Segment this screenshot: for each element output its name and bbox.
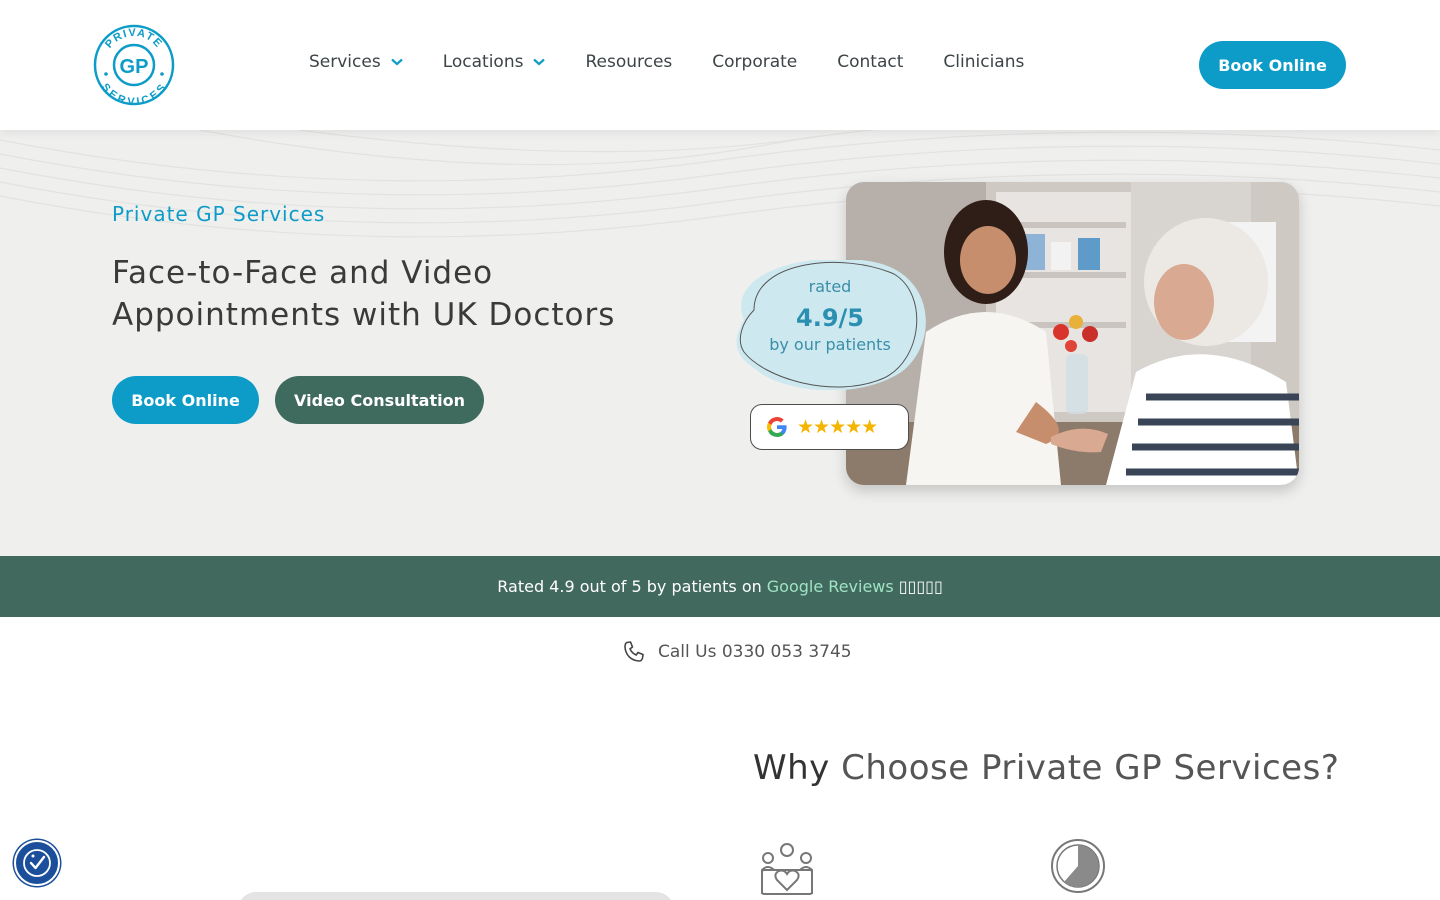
site-header: PRIVATE SERVICES GP Services Locations R… [0, 0, 1440, 130]
hero-section: Private GP Services Face-to-Face and Vid… [0, 130, 1440, 556]
nav-clinicians[interactable]: Clinicians [943, 52, 1024, 72]
nav-corporate-label: Corporate [712, 52, 798, 72]
nav-resources[interactable]: Resources [585, 52, 672, 72]
rating-by-label: by our patients [769, 335, 891, 354]
google-reviews-link[interactable]: Google Reviews [767, 577, 894, 596]
section-image-peek [238, 892, 674, 900]
accessibility-button[interactable] [14, 840, 60, 886]
rating-score: 4.9/5 [796, 304, 864, 332]
why-heading: Why Choose Private GP Services? [753, 748, 1339, 788]
gp-logo[interactable]: PRIVATE SERVICES GP [93, 24, 175, 106]
hero-title: Face-to-Face and Video Appointments with… [112, 255, 616, 333]
nav-contact[interactable]: Contact [837, 52, 903, 72]
chevron-down-icon [390, 58, 403, 66]
hero-eyebrow: Private GP Services [112, 202, 326, 226]
nav-services-label: Services [309, 52, 381, 72]
nav-locations[interactable]: Locations [443, 52, 546, 72]
nav-corporate[interactable]: Corporate [712, 52, 797, 72]
people-heart-icon [761, 843, 813, 895]
chevron-down-icon [533, 58, 546, 66]
phone-icon [624, 641, 644, 662]
why-heading-strong: Why [753, 748, 830, 788]
rating-rated-label: rated [808, 277, 852, 296]
call-us[interactable]: Call Us 0330 053 3745 [622, 640, 852, 664]
strip-star-glyphs: ▯▯▯▯▯ [898, 577, 943, 596]
nav-contact-label: Contact [837, 52, 904, 72]
header-book-online-button[interactable]: Book Online [1199, 41, 1346, 89]
call-us-label: Call Us 0330 053 3745 [658, 642, 852, 662]
nav-clinicians-label: Clinicians [943, 52, 1025, 72]
svg-text:GP: GP [120, 56, 149, 78]
svg-text:PRIVATE: PRIVATE [103, 27, 165, 51]
nav-locations-label: Locations [442, 52, 524, 72]
clock-progress-icon [1051, 839, 1105, 893]
nav-services[interactable]: Services [309, 52, 403, 72]
why-heading-rest: Choose Private GP Services? [841, 748, 1340, 788]
google-g-icon [767, 417, 787, 437]
google-rating-badge[interactable]: ★★★★★ [750, 404, 909, 450]
star-rating: ★★★★★ [797, 416, 878, 438]
main-nav: Services Locations Resources Corporate C… [309, 52, 1064, 72]
rating-strip: Rated 4.9 out of 5 by patients on Google… [0, 556, 1440, 617]
video-consultation-button[interactable]: Video Consultation [275, 376, 484, 424]
hero-book-online-button[interactable]: Book Online [112, 376, 259, 424]
strip-text: Rated 4.9 out of 5 by patients on [497, 577, 762, 596]
nav-resources-label: Resources [585, 52, 673, 72]
accessibility-icon [23, 849, 51, 877]
